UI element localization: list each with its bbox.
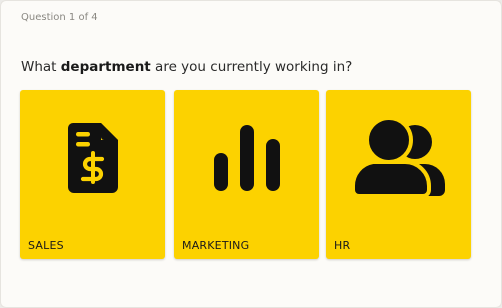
- option-label: SALES: [28, 239, 64, 252]
- bar-chart-icon: [174, 118, 319, 198]
- option-marketing[interactable]: MARKETING: [174, 90, 319, 259]
- question-prefix: What: [21, 59, 61, 75]
- survey-card: Question 1 of 4 What department are you …: [0, 0, 502, 308]
- users-icon: [326, 118, 471, 198]
- question-text: What department are you currently workin…: [21, 59, 352, 75]
- option-label: MARKETING: [182, 239, 250, 252]
- option-hr[interactable]: HR: [326, 90, 471, 259]
- option-label: HR: [334, 239, 351, 252]
- question-emphasis: department: [60, 59, 151, 75]
- question-suffix: are you currently working in?: [150, 59, 353, 75]
- question-progress: Question 1 of 4: [21, 12, 98, 23]
- option-sales[interactable]: SALES: [20, 90, 165, 259]
- invoice-dollar-icon: [20, 118, 165, 198]
